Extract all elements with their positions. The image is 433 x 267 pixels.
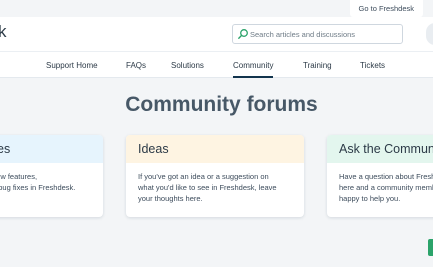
nav-faqs[interactable]: FAQs — [126, 52, 146, 78]
utility-bar: Go to Freshdesk — [0, 0, 433, 17]
card-title: es — [0, 135, 103, 163]
page: Go to Freshdesk k Support Home FAQs Solu… — [0, 0, 433, 267]
site-logo[interactable]: k — [0, 22, 7, 42]
avatar[interactable] — [426, 23, 433, 45]
nav-training[interactable]: Training — [303, 52, 332, 78]
card-description: Have a question about Freshdesk? Post it… — [339, 172, 433, 203]
card-description: new features, d bug fixes in Freshdesk. — [0, 172, 76, 192]
feedback-tab[interactable] — [428, 239, 433, 256]
card-title: Ideas — [126, 135, 304, 163]
forum-card-ideas[interactable]: Ideas If you've got an idea or a suggest… — [126, 135, 304, 217]
forum-card-ask-community[interactable]: Ask the Community Have a question about … — [327, 135, 433, 217]
nav-community[interactable]: Community — [233, 52, 274, 78]
nav-solutions[interactable]: Solutions — [171, 52, 204, 78]
forum-card-features[interactable]: es new features, d bug fixes in Freshdes… — [0, 135, 103, 217]
search-box[interactable] — [232, 24, 403, 44]
main-nav: Support Home FAQs Solutions Community Tr… — [0, 51, 433, 78]
nav-tickets[interactable]: Tickets — [360, 52, 385, 78]
card-description: If you've got an idea or a suggestion on… — [138, 172, 277, 203]
card-title: Ask the Community — [327, 135, 433, 163]
go-to-freshdesk-link[interactable]: Go to Freshdesk — [349, 0, 423, 17]
page-title: Community forums — [125, 93, 318, 116]
search-icon — [238, 29, 248, 39]
site-header: k — [0, 17, 433, 51]
search-input[interactable] — [250, 25, 400, 43]
nav-support-home[interactable]: Support Home — [46, 52, 98, 78]
